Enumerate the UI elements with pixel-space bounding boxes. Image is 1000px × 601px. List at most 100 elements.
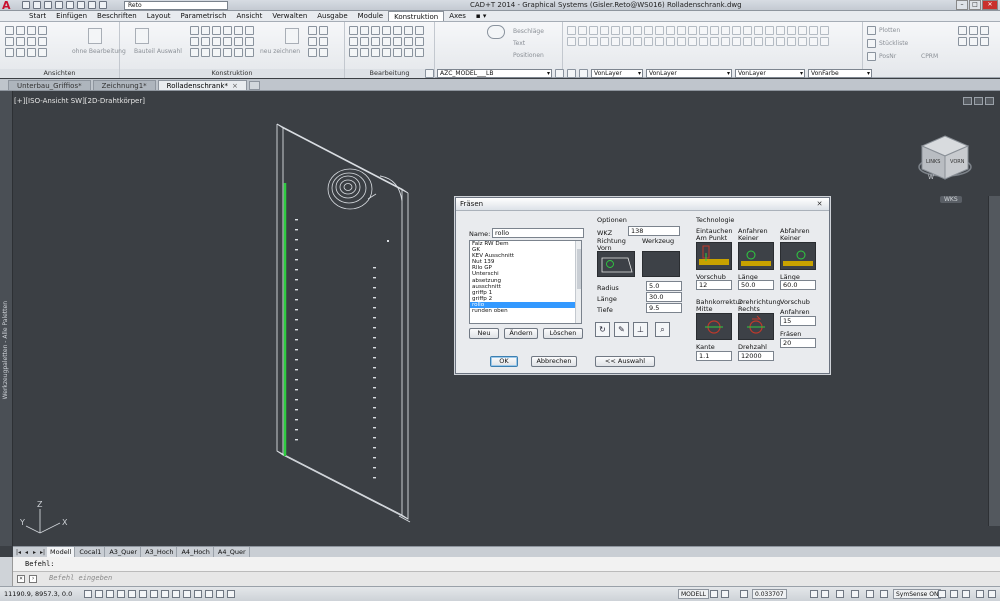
move-icon[interactable] <box>319 26 328 35</box>
beschlaege-icon[interactable] <box>487 25 505 39</box>
last-layout-icon[interactable]: ▸| <box>39 548 46 557</box>
falzfraesen-icon[interactable] <box>382 37 391 46</box>
label-icon[interactable] <box>415 48 424 57</box>
dialog-title[interactable]: Fräsen <box>456 198 829 211</box>
workspace-select[interactable]: Reto <box>124 1 228 10</box>
share-icon[interactable] <box>99 1 107 9</box>
tool-icon[interactable] <box>666 26 675 35</box>
view-back-icon[interactable] <box>5 37 14 46</box>
coordinates-readout[interactable]: 11190.9, 8957.3, 0.0 <box>4 587 72 601</box>
ausschnitt-icon[interactable] <box>404 26 413 35</box>
lochreihe-icon[interactable] <box>393 48 402 57</box>
new-tab-button[interactable] <box>248 81 260 90</box>
radius-icon[interactable] <box>349 37 358 46</box>
tool-icon[interactable] <box>754 26 763 35</box>
view-bottom-icon[interactable] <box>16 37 25 46</box>
saegen-icon[interactable] <box>371 26 380 35</box>
fraesen-icon[interactable] <box>349 26 358 35</box>
tool-icon[interactable] <box>787 37 796 46</box>
plotten-icon[interactable] <box>867 26 876 35</box>
dyn-icon[interactable] <box>172 590 180 598</box>
blende-icon[interactable] <box>212 37 221 46</box>
tool-icon[interactable] <box>699 26 708 35</box>
close-tab-icon[interactable]: × <box>232 82 238 90</box>
pen-tool-icon[interactable]: ✎ <box>614 322 629 337</box>
tool-icon[interactable] <box>809 37 818 46</box>
kontur-icon[interactable] <box>393 26 402 35</box>
tool-icon[interactable] <box>743 26 752 35</box>
fraesen-input[interactable]: 20 <box>780 338 816 348</box>
bohren-icon[interactable] <box>360 26 369 35</box>
tool-icon[interactable] <box>578 26 587 35</box>
tool-icon[interactable] <box>732 26 741 35</box>
name-input[interactable]: rollo <box>492 228 584 238</box>
anfahren2-input[interactable]: 15 <box>780 316 816 326</box>
tool-icon[interactable] <box>798 37 807 46</box>
isolate-icon[interactable] <box>866 590 874 598</box>
workspace-switch-icon[interactable] <box>836 590 844 598</box>
bohrung-icon[interactable] <box>245 48 254 57</box>
export-icon[interactable] <box>958 26 967 35</box>
command-line[interactable]: × › Befehl eingeben <box>13 571 1000 586</box>
tool-icon[interactable] <box>820 37 829 46</box>
fase-icon[interactable] <box>360 37 369 46</box>
tool-icon[interactable] <box>743 37 752 46</box>
snap-icon[interactable] <box>84 590 92 598</box>
stueckliste-label[interactable]: Stückliste <box>879 40 908 47</box>
aendern-button[interactable]: Ändern <box>504 328 538 339</box>
undo-icon[interactable] <box>77 1 85 9</box>
griff-icon[interactable] <box>349 48 358 57</box>
am-icon[interactable] <box>227 590 235 598</box>
seite-icon[interactable] <box>201 26 210 35</box>
view-iso-nw-icon[interactable] <box>16 48 25 57</box>
view-left-icon[interactable] <box>27 26 36 35</box>
neu-zeichnen-label[interactable]: neu zeichnen <box>260 48 300 55</box>
import-icon[interactable] <box>969 26 978 35</box>
copy-icon[interactable] <box>308 26 317 35</box>
tool-icon[interactable] <box>776 26 785 35</box>
tool-icon[interactable] <box>950 590 958 598</box>
annotation-visibility-icon[interactable] <box>810 590 818 598</box>
laenge-abfahren-input[interactable]: 60.0 <box>780 280 816 290</box>
bauteil-auswahl-label[interactable]: Bauteil Auswahl <box>134 48 182 55</box>
annotation-scale-icon[interactable] <box>740 590 748 598</box>
mirror-icon[interactable] <box>308 37 317 46</box>
bauteil-auswahl-icon[interactable] <box>135 28 149 44</box>
neu-button[interactable]: Neu <box>469 328 499 339</box>
tool-icon[interactable] <box>666 37 675 46</box>
layout-tab[interactable]: A4_Quer <box>215 547 250 557</box>
schraube-icon[interactable] <box>415 37 424 46</box>
dübel-icon[interactable] <box>404 37 413 46</box>
layer-select[interactable]: AZC_MODEL___LB <box>437 69 552 78</box>
richtung-preview[interactable] <box>597 251 635 277</box>
tool-icon[interactable] <box>644 26 653 35</box>
tool-icon[interactable] <box>721 37 730 46</box>
tool-icon[interactable] <box>633 37 642 46</box>
menu-axes[interactable]: Axes <box>444 11 471 21</box>
first-layout-icon[interactable]: |◂ <box>15 548 22 557</box>
quickview-drawings-icon[interactable] <box>721 590 729 598</box>
layout-tab[interactable]: A4_Hoch <box>178 547 214 557</box>
tool-icon[interactable] <box>754 37 763 46</box>
tool-icon[interactable] <box>798 26 807 35</box>
redo-icon[interactable] <box>88 1 96 9</box>
abbrechen-button[interactable]: Abbrechen <box>531 356 577 367</box>
posnr-label[interactable]: PosNr <box>879 53 896 60</box>
tool-icon[interactable] <box>962 590 970 598</box>
layout-tab[interactable]: Cocal1 <box>76 547 106 557</box>
layer-prev-icon[interactable] <box>567 69 576 78</box>
scharnier-icon[interactable] <box>360 48 369 57</box>
leiste-icon[interactable] <box>201 48 210 57</box>
cube-icon[interactable] <box>980 37 989 46</box>
cprm-label[interactable]: CPRM <box>921 53 938 60</box>
tool-icon[interactable] <box>600 26 609 35</box>
open-file-icon[interactable] <box>33 1 41 9</box>
layer-match-icon[interactable] <box>555 69 564 78</box>
next-layout-icon[interactable]: ▸ <box>31 548 38 557</box>
tool-icon[interactable] <box>776 37 785 46</box>
command-handle[interactable] <box>0 557 13 586</box>
drawing-canvas[interactable]: Werkzeugpaletten - Alle Paletten [+][ISO… <box>0 91 1000 546</box>
transparency-icon[interactable] <box>194 590 202 598</box>
annotation-scale-value[interactable]: 0.033707 <box>752 589 787 599</box>
doc-tab[interactable]: Unterbau_Griffios* <box>8 80 91 90</box>
